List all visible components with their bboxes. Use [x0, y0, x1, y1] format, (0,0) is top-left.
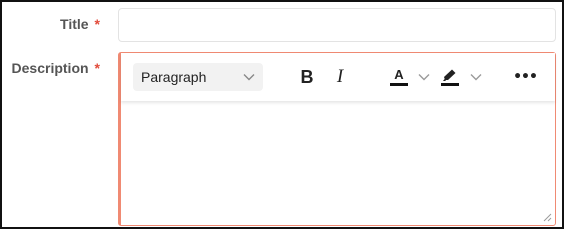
- chevron-down-icon: [243, 74, 255, 81]
- description-label: Description *: [12, 60, 100, 76]
- title-label: Title *: [60, 16, 100, 32]
- chevron-down-icon: [470, 74, 482, 81]
- description-editor-body[interactable]: [121, 101, 555, 225]
- more-button[interactable]: •••: [513, 65, 538, 89]
- form-frame: Title * Description * Paragraph B I A ••…: [0, 0, 564, 229]
- highlight-button[interactable]: [439, 65, 461, 89]
- block-format-select[interactable]: Paragraph: [133, 63, 263, 91]
- description-editor: Paragraph B I A •••: [118, 52, 556, 226]
- description-label-text: Description: [11, 60, 89, 76]
- bold-button[interactable]: B: [297, 65, 317, 89]
- highlight-swatch: [441, 83, 459, 86]
- highlight-marker-icon: [443, 69, 456, 81]
- highlight-dropdown[interactable]: [469, 65, 483, 89]
- bold-icon: B: [300, 66, 314, 87]
- more-icon: •••: [513, 69, 538, 85]
- title-required-marker: *: [94, 16, 100, 32]
- italic-button[interactable]: I: [332, 65, 348, 89]
- title-input[interactable]: [118, 8, 556, 42]
- block-format-value: Paragraph: [141, 69, 207, 85]
- chevron-down-icon: [418, 74, 430, 81]
- text-color-icon: A: [394, 67, 404, 82]
- resize-handle-icon[interactable]: [542, 212, 552, 222]
- text-color-dropdown[interactable]: [417, 65, 431, 89]
- title-label-text: Title: [60, 16, 89, 32]
- text-color-button[interactable]: A: [389, 65, 409, 89]
- description-required-marker: *: [94, 60, 100, 76]
- text-color-swatch: [390, 83, 408, 86]
- italic-icon: I: [336, 66, 344, 87]
- editor-toolbar: Paragraph B I A •••: [121, 53, 555, 101]
